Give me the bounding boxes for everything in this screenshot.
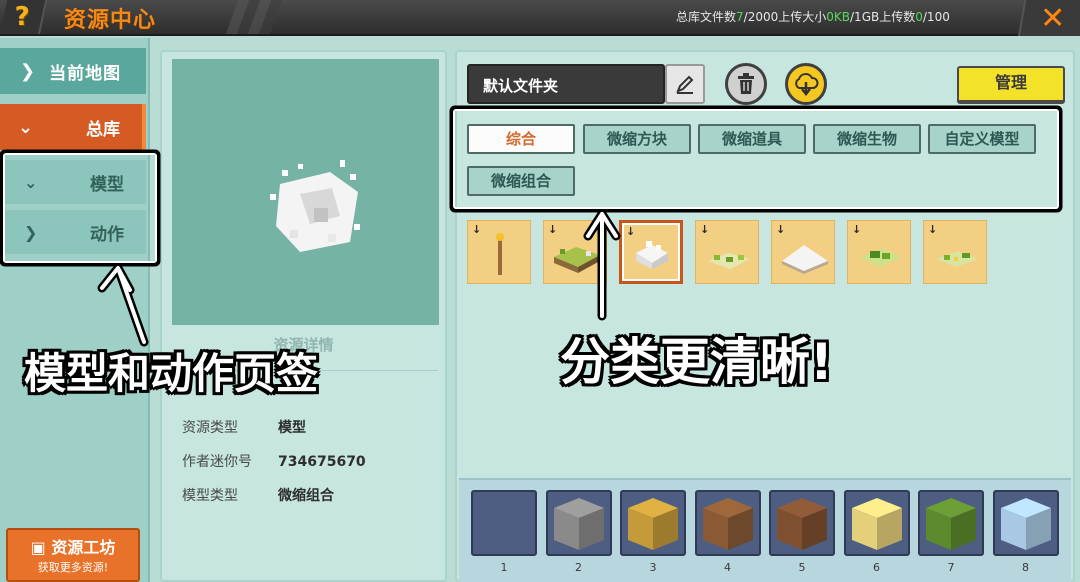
files-label: 总库文件数 — [676, 10, 737, 24]
hotbar-slot[interactable] — [471, 490, 537, 556]
leaf-patch-icon — [860, 249, 902, 267]
tab-custom-models[interactable]: 自定义模型 — [928, 124, 1036, 154]
chevron-down-icon: ⌄ — [24, 172, 38, 192]
ice-block-icon — [1000, 498, 1051, 550]
green-patch-icon — [708, 253, 750, 269]
white-cubes-icon — [636, 241, 668, 269]
sidebar-item-action[interactable]: ❯ 动作 — [0, 210, 146, 254]
hotbar-slot-number: 2 — [575, 561, 582, 574]
sand-block-icon — [851, 498, 902, 550]
top-bar: ? 资源中心 总库文件数7/2000上传大小0KB/1GB上传数0/100 ✕ — [0, 0, 1080, 36]
tab-mini-blocks[interactable]: 微缩方块 — [583, 124, 691, 154]
pencil-icon — [676, 75, 694, 94]
close-button[interactable]: ✕ — [1018, 0, 1080, 36]
size-total: /1GB — [850, 10, 880, 24]
manage-button[interactable]: 管理 — [957, 66, 1065, 104]
tab-mini-combos[interactable]: 微缩组合 — [467, 166, 575, 196]
chevron-right-icon: ❯ — [20, 60, 36, 82]
hotbar-slot[interactable] — [918, 490, 984, 556]
hotbar-slot-number: 6 — [873, 561, 880, 574]
trash-icon — [738, 73, 754, 94]
stone-block-icon — [553, 498, 604, 550]
resource-item[interactable]: ↓ — [543, 220, 607, 284]
chevron-right-icon: ❯ — [24, 222, 38, 242]
size-label: 上传大小 — [778, 10, 827, 24]
sidebar-item-current-map[interactable]: ❯ 当前地图 — [0, 48, 146, 94]
wood-block-icon — [702, 498, 753, 550]
files-total: /2000 — [743, 10, 779, 24]
hotbar-slot-number: 7 — [947, 561, 955, 574]
hotbar-slot-number: 4 — [724, 561, 731, 574]
hotbar-slot[interactable] — [694, 490, 761, 556]
close-icon: ✕ — [1040, 0, 1066, 36]
chevron-down-icon: ⌄ — [18, 116, 34, 138]
flower-patch-icon — [936, 251, 978, 267]
snow-mound-icon — [782, 245, 828, 274]
detail-panel: 资源详情 资源类型 模型 作者迷你号 734675670 模型类型 微缩组合 — [160, 50, 447, 582]
tab-mini-creatures[interactable]: 微缩生物 — [813, 124, 921, 154]
sidebar-item-library[interactable]: ⌄ 总库 — [0, 104, 146, 150]
hotbar-slot-number: 5 — [798, 561, 806, 574]
sidebar-item-model[interactable]: ⌄ 模型 — [0, 160, 146, 204]
resource-item-selected[interactable]: ↓ — [619, 220, 683, 284]
size-used: 0KB — [826, 10, 851, 24]
decorative-pattern — [225, 0, 283, 34]
storage-stats: 总库文件数7/2000上传大小0KB/1GB上传数0/100 — [676, 8, 950, 25]
workshop-subtitle: 获取更多资源! — [37, 561, 109, 574]
uploads-used: 0 — [915, 10, 923, 24]
annotation-tabs-label: 模型和动作页签 — [24, 349, 319, 398]
grass-block-icon — [926, 498, 976, 550]
resource-item[interactable]: ↓ — [923, 220, 987, 284]
tab-mini-items[interactable]: 微缩道具 — [698, 124, 806, 154]
sidebar: ❯ 当前地图 ⌄ 总库 ⌄ 模型 ❯ 动作 — [0, 38, 150, 582]
white-cubes-model-icon — [270, 160, 360, 252]
store-icon: ▣ — [30, 538, 52, 557]
cloud-download-button[interactable] — [785, 63, 827, 105]
grass-block-icon — [554, 247, 600, 273]
resource-item[interactable]: ↓ — [771, 220, 835, 284]
cloud-download-icon — [795, 73, 819, 96]
hotbar-slot-number: 1 — [500, 561, 508, 574]
torch-icon — [496, 233, 504, 275]
sidebar-item-label: 动作 — [90, 224, 124, 245]
uploads-total: /100 — [922, 10, 950, 24]
hotbar-slot[interactable] — [769, 490, 835, 556]
sidebar-item-label: 模型 — [90, 174, 124, 195]
sidebar-item-label: 当前地图 — [49, 63, 122, 84]
resource-item[interactable]: ↓ — [695, 220, 759, 284]
edit-folder-button[interactable] — [665, 64, 705, 104]
delete-button[interactable] — [725, 63, 767, 105]
detail-row-type: 资源类型 模型 — [182, 420, 306, 436]
resource-workshop-button[interactable]: ▣ 资源工坊 获取更多资源! — [6, 528, 140, 582]
detail-row-model-type: 模型类型 微缩组合 — [182, 488, 334, 504]
hotbar-slot[interactable] — [843, 490, 910, 556]
annotation-categories-label: 分类更清晰! — [560, 333, 833, 391]
page-title: 资源中心 — [64, 8, 157, 33]
sidebar-item-label: 总库 — [86, 119, 120, 140]
help-button[interactable]: ? — [0, 0, 48, 34]
folder-name-field[interactable]: 默认文件夹 — [467, 64, 665, 104]
hotbar-slot-number: 8 — [1022, 561, 1029, 574]
resource-item[interactable]: ↓ — [847, 220, 911, 284]
hotbar-slot[interactable] — [992, 490, 1059, 556]
wood-block-icon — [777, 498, 827, 550]
files-used: 7 — [736, 10, 744, 24]
uploads-label: 上传数 — [879, 10, 916, 24]
hotbar-slot-number: 3 — [649, 561, 657, 574]
model-preview — [172, 59, 439, 325]
tab-all[interactable]: 综合 — [467, 124, 575, 154]
workshop-title: 资源工坊 — [51, 538, 116, 557]
hotbar-slot[interactable] — [545, 490, 612, 556]
question-icon: ? — [15, 2, 31, 32]
hotbar-slot[interactable] — [620, 490, 686, 556]
resource-item[interactable]: ↓ — [467, 220, 531, 284]
hay-block-icon — [628, 498, 678, 550]
detail-row-author: 作者迷你号 734675670 — [182, 454, 366, 470]
